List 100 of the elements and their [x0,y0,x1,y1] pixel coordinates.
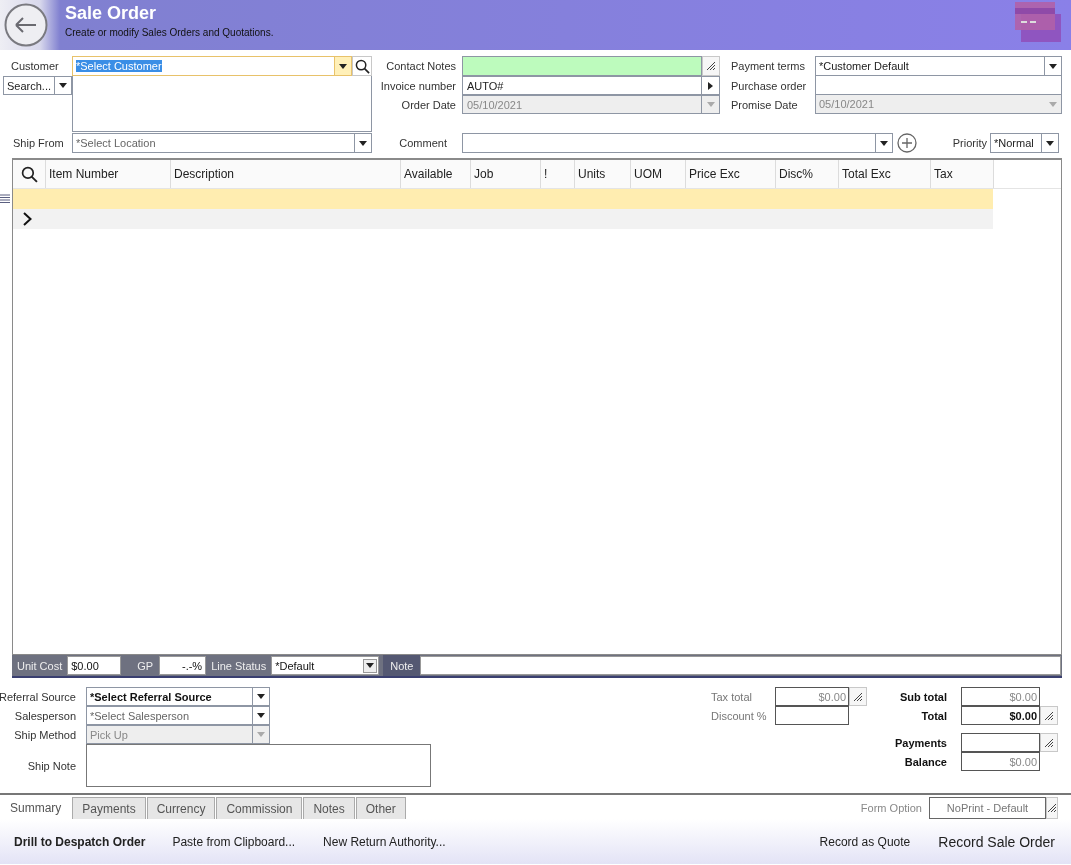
resize-icon [853,691,863,702]
action-button[interactable]: Record Sale Order [938,833,1055,850]
cards-icon [1015,2,1062,42]
expand-button[interactable] [702,56,720,76]
action-button[interactable]: Record as Quote [819,834,911,849]
value-field[interactable] [961,733,1040,752]
page-subtitle: Create or modify Sales Orders and Quotations. [65,27,275,38]
column-header[interactable]: UOM [631,160,686,188]
grip-icon[interactable] [0,194,10,204]
expand-button[interactable] [1040,733,1058,752]
field-label: Ship Note [26,758,77,774]
value-field[interactable]: $0.00 [775,687,849,706]
field-label: Form Option [860,801,923,816]
field-label: Ship From [12,136,65,151]
caret-icon [257,694,265,699]
field-label: Discount % [710,708,768,724]
expand-button[interactable] [1040,706,1058,725]
caret-icon [257,713,265,718]
column-header[interactable]: Available [401,160,471,188]
tab[interactable]: Commission [216,797,303,819]
value-field[interactable]: $0.00 [961,752,1040,771]
column-header[interactable]: Price Exc [686,160,776,188]
unit-cost-field[interactable]: $0.00 [67,656,122,675]
caret-icon [880,140,888,146]
ship-from-combobox[interactable]: *Select Location [72,133,372,153]
caret-icon [1046,140,1054,146]
column-header[interactable]: Disc% [776,160,839,188]
line-status-combobox[interactable]: *Default [271,656,380,675]
payment-terms-combobox[interactable]: *Customer Default [815,56,1062,76]
column-header[interactable]: Total Exc [839,160,931,188]
ship-note-field[interactable] [86,744,431,787]
column-header[interactable] [13,160,46,188]
back-icon [4,3,48,47]
field-label: Invoice number [379,78,456,94]
column-header[interactable]: Job [471,160,541,188]
field-label: Ship Method [13,727,77,743]
tab[interactable]: Other [355,797,406,819]
field-label: Tax total [710,689,753,705]
caret-icon [339,63,347,69]
purchase-order-field[interactable] [815,76,1062,95]
tab[interactable]: Payments [72,797,146,819]
invoice-number-field[interactable]: AUTO# [462,76,702,95]
field-label: Note [383,655,421,676]
field-label: Order Date [400,97,456,113]
resize-icon [1044,737,1054,748]
field-label: Purchase order [730,78,808,94]
column-header[interactable]: ! [541,160,575,188]
column-header[interactable]: Tax [931,160,994,188]
gp-field[interactable]: -.-% [159,656,207,675]
value-field[interactable] [775,706,849,725]
caret-icon [708,81,713,90]
column-header[interactable]: Units [575,160,631,188]
action-button[interactable]: Drill to Despatch Order [14,834,146,849]
caret-icon [366,663,375,668]
caret-icon [706,102,715,107]
field-label: Total [920,708,948,724]
caret-icon [59,83,67,88]
action-button[interactable]: Paste from Clipboard... [172,834,296,849]
caret-icon [257,732,265,737]
field-label: Payment terms [730,59,806,74]
combobox[interactable]: *Select Salesperson [86,706,270,725]
search-button[interactable] [352,56,372,76]
field-label: Payments [894,735,948,751]
tab[interactable]: Currency [146,797,216,819]
resize-icon [1044,710,1054,721]
column-header[interactable]: Description [171,160,401,188]
search-icon [354,58,370,74]
chevron-icon [23,212,32,226]
form-option-field[interactable]: NoPrint - Default [929,797,1046,819]
add-button[interactable] [897,133,917,153]
field-label: Sub total [898,689,948,705]
resize-icon [706,61,716,71]
field-label: Unit Cost [16,659,64,672]
field-label: Promise Date [730,97,799,113]
note-field[interactable] [420,656,1061,675]
expand-button[interactable] [1046,797,1058,819]
comment-combobox[interactable] [462,133,893,153]
value-field[interactable]: $0.00 [961,687,1040,706]
field-label: Salesperson [13,708,77,724]
lookup-button[interactable] [702,76,720,95]
expand-button[interactable] [849,687,867,706]
field-label: Comment [398,136,447,151]
value-field[interactable]: $0.00 [961,706,1040,725]
field-label: GP [136,659,155,672]
caret-icon [359,140,367,146]
field-label: Line Status [210,659,268,672]
contact-notes-field[interactable] [462,56,702,76]
field-label: Customer [10,59,60,74]
search-icon [20,165,38,183]
field-label: Balance [903,754,948,770]
combobox[interactable]: *Select Referral Source [86,687,270,706]
action-button[interactable]: New Return Authority... [323,834,446,849]
field-label: Priority [951,136,988,151]
tab[interactable]: Notes [303,797,355,819]
search-mode-combobox[interactable]: Search... [3,76,72,95]
resize-icon [1047,803,1057,813]
priority-combobox[interactable]: *Normal [990,133,1059,153]
column-header[interactable]: Item Number [46,160,171,188]
caret-icon [1048,101,1057,107]
caret-icon [1049,63,1057,69]
